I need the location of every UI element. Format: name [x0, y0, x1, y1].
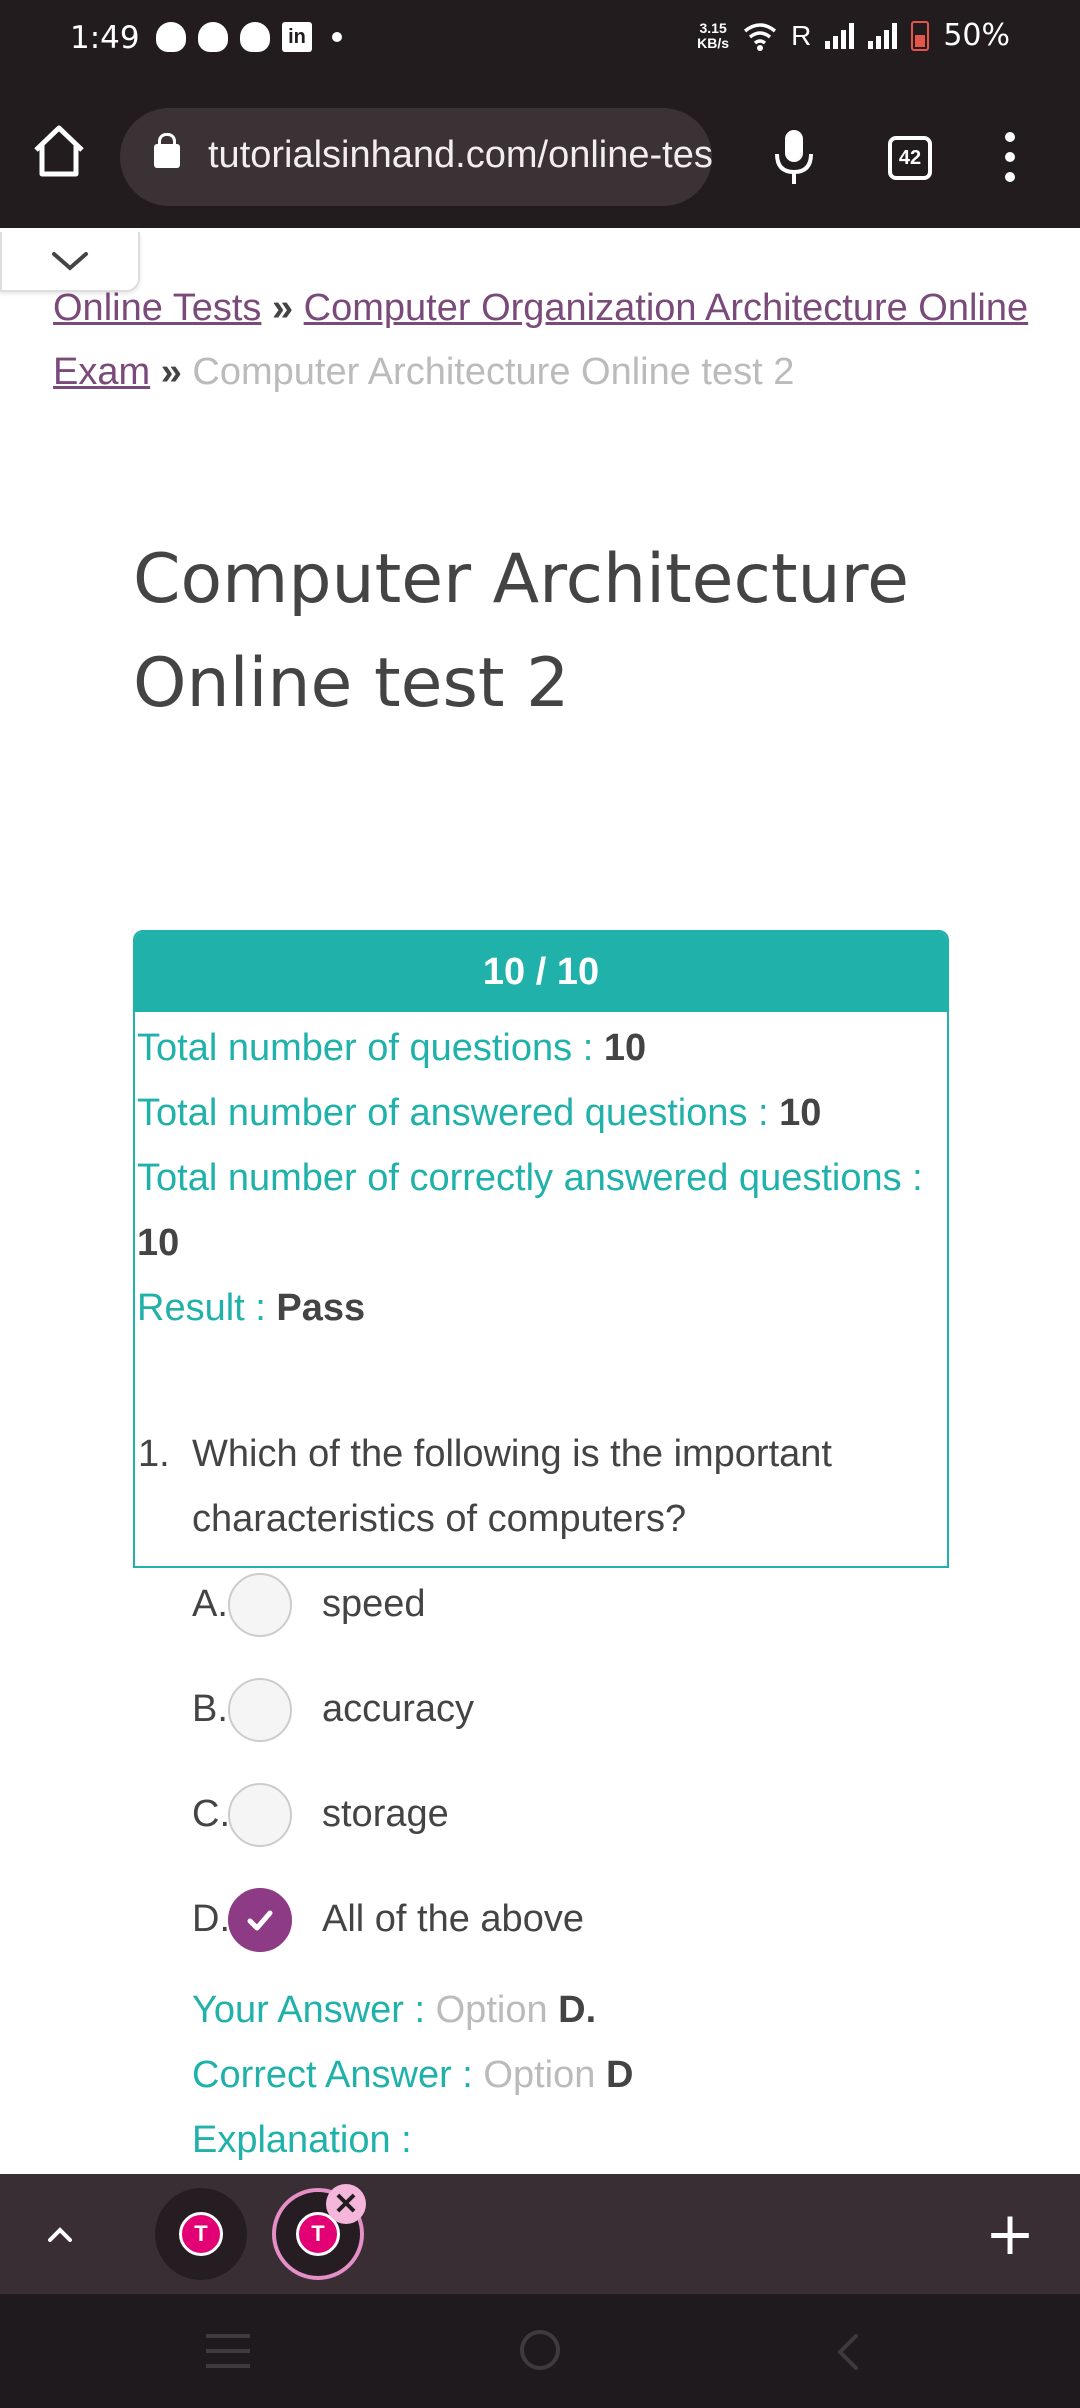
option-label: storage — [322, 1793, 449, 1835]
radio-button[interactable] — [228, 1677, 292, 1742]
system-indicators: 3.15 KB/s R 50% — [697, 18, 1010, 53]
chevron-up-icon[interactable] — [38, 2212, 82, 2256]
result-row: Result : Pass — [137, 1287, 366, 1329]
question-text: Which of the following is the important … — [192, 1433, 832, 1540]
signal-icon — [825, 22, 855, 49]
answer-feedback: Your Answer : Option D. Correct Answer :… — [192, 1978, 1038, 2173]
collapse-toolbar-button[interactable] — [0, 232, 140, 292]
tab-switcher-button[interactable]: 42 — [888, 136, 932, 180]
battery-percent: 50% — [943, 18, 1010, 53]
correct-answer: Correct Answer : Option D — [192, 2054, 634, 2096]
question-item: 1. Which of the following is the importa… — [138, 1422, 1038, 2173]
home-circle-icon[interactable] — [520, 2330, 560, 2370]
system-navigation-bar — [0, 2294, 1080, 2408]
browser-toolbar: tutorialsinhand.com/online-tests 42 — [0, 80, 1080, 228]
breadcrumb-link-online-tests[interactable]: Online Tests — [53, 287, 261, 329]
snapchat-icon — [156, 22, 186, 52]
new-tab-icon[interactable]: + — [980, 2204, 1040, 2264]
breadcrumb-current: Computer Architecture Online test 2 — [192, 351, 795, 393]
address-bar[interactable]: tutorialsinhand.com/online-tests — [120, 108, 712, 206]
page-title: Computer Architecture Online test 2 — [133, 540, 909, 723]
network-speed: 3.15 KB/s — [697, 19, 730, 51]
close-tab-icon[interactable]: ✕ — [326, 2184, 366, 2224]
option-d[interactable]: D. All of the above — [192, 1867, 1038, 1972]
option-label: accuracy — [322, 1688, 475, 1730]
more-options-icon[interactable] — [1000, 132, 1020, 182]
option-a[interactable]: A. speed — [192, 1552, 1038, 1657]
answered-questions-row: Total number of answered questions : 10 — [137, 1092, 822, 1134]
snapchat-icon — [198, 22, 228, 52]
total-questions-row: Total number of questions : 10 — [137, 1027, 647, 1069]
your-answer: Your Answer : Option D. — [192, 1989, 597, 2031]
correct-questions-row: Total number of correctly answered quest… — [137, 1157, 923, 1264]
roaming-indicator: R — [791, 19, 812, 51]
breadcrumb: Online Tests » Computer Organization Arc… — [53, 276, 1053, 404]
tab-strip: T T ✕ + — [0, 2174, 1080, 2294]
radio-button[interactable] — [228, 1572, 292, 1637]
chevron-down-icon — [52, 252, 88, 271]
more-notifications-dot-icon — [332, 32, 342, 42]
option-label: All of the above — [322, 1898, 584, 1940]
back-icon[interactable] — [830, 2332, 866, 2372]
wifi-icon — [743, 22, 777, 51]
home-icon[interactable] — [30, 122, 88, 180]
tab-thumbnail[interactable]: T — [155, 2188, 247, 2280]
question-number: 1. — [138, 1433, 170, 1475]
breadcrumb-separator: » — [160, 351, 182, 393]
radio-button[interactable] — [228, 1782, 292, 1847]
snapchat-icon — [240, 22, 270, 52]
signal-icon — [868, 22, 898, 49]
radio-button-checked[interactable] — [228, 1887, 292, 1952]
status-bar: 1:49 in 3.15 KB/s R 50% — [0, 0, 1080, 80]
breadcrumb-separator: » — [271, 287, 294, 329]
battery-icon — [911, 20, 930, 51]
option-label: speed — [322, 1583, 426, 1625]
url-text[interactable]: tutorialsinhand.com/online-tests — [208, 134, 712, 177]
recent-apps-icon[interactable] — [206, 2334, 250, 2368]
answer-options: A. speed B. accuracy C. storage D. All o… — [192, 1552, 1038, 1972]
t-mobile-logo-icon: T — [179, 2212, 223, 2256]
web-page: Online Tests » Computer Organization Arc… — [0, 228, 1080, 2174]
notification-icons: in — [156, 22, 342, 52]
microphone-icon[interactable] — [770, 128, 818, 186]
checkmark-icon — [247, 1910, 273, 1930]
score-header: 10 / 10 — [135, 932, 947, 1012]
linkedin-icon: in — [282, 22, 312, 52]
lock-icon[interactable] — [154, 133, 180, 168]
clock: 1:49 — [70, 20, 140, 56]
option-c[interactable]: C. storage — [192, 1762, 1038, 1867]
explanation-label: Explanation : — [192, 2119, 412, 2161]
option-b[interactable]: B. accuracy — [192, 1657, 1038, 1762]
